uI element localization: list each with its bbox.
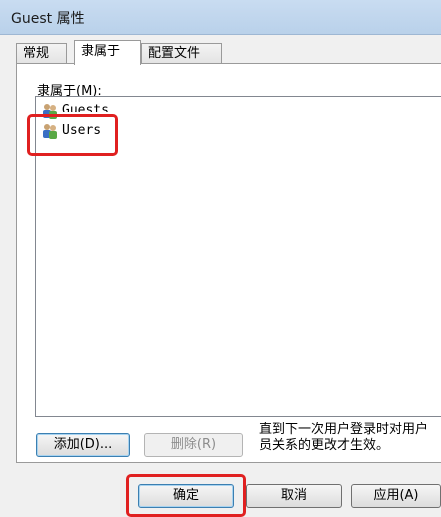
apply-button[interactable]: 应用(A) <box>351 484 441 508</box>
title-bar: Guest 属性 <box>0 0 441 35</box>
note-line-2: 员关系的更改才生效。 <box>259 438 390 453</box>
group-icon <box>43 104 57 119</box>
list-item-users[interactable]: Users <box>41 121 101 141</box>
list-item-guests[interactable]: Guests <box>41 101 109 121</box>
membership-note: 直到下一次用户登录时对用户 员关系的更改才生效。 <box>259 422 441 454</box>
ok-button[interactable]: 确定 <box>138 484 234 508</box>
add-button[interactable]: 添加(D)... <box>36 433 130 457</box>
group-name: Guests <box>62 103 109 118</box>
tab-general[interactable]: 常规 <box>16 43 67 64</box>
cancel-button[interactable]: 取消 <box>246 484 342 508</box>
group-icon <box>43 124 57 139</box>
remove-button[interactable]: 删除(R) <box>144 433 243 457</box>
group-name: Users <box>62 123 102 138</box>
window-title: Guest 属性 <box>11 11 85 27</box>
member-of-listbox[interactable]: Guests Users <box>35 96 441 417</box>
note-line-1: 直到下一次用户登录时对用户 <box>259 422 429 437</box>
tab-member-of[interactable]: 隶属于 <box>74 40 141 65</box>
member-of-panel: 隶属于(M): Guests Users 添加(D)... 删除(R) 直到下一… <box>16 63 441 463</box>
tab-profile[interactable]: 配置文件 <box>141 43 222 64</box>
